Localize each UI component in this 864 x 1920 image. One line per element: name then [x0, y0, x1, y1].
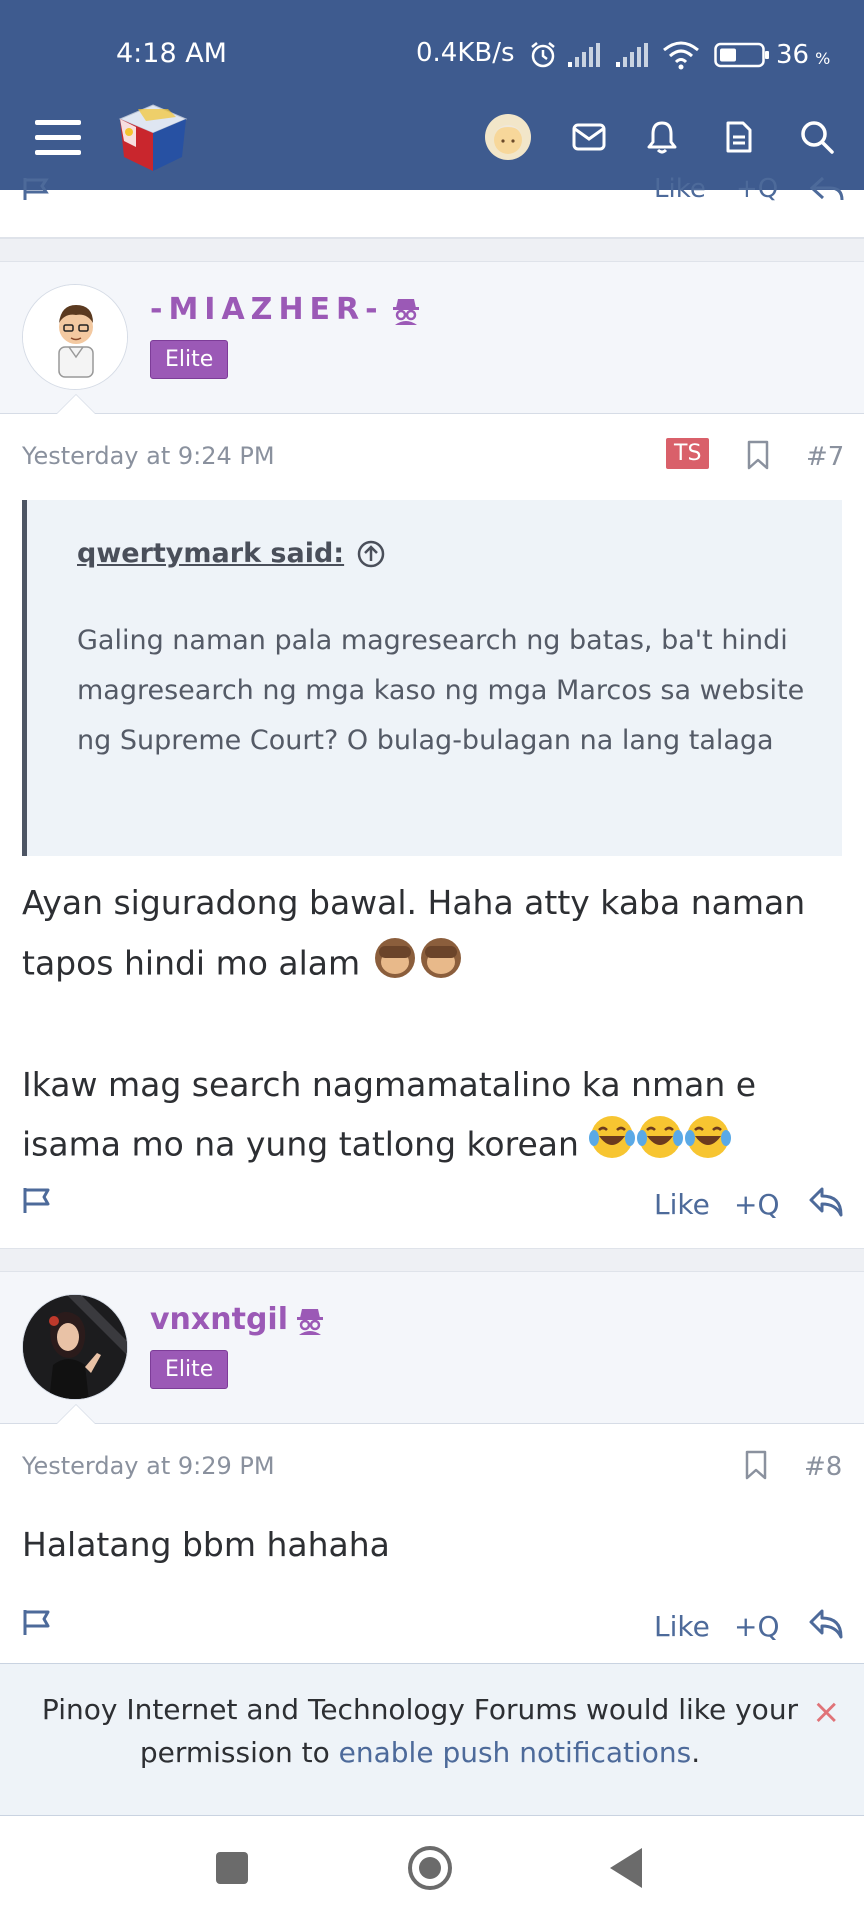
quote-author-link[interactable]: qwertymark said:	[77, 538, 386, 569]
username[interactable]: -MIAZHER-	[150, 292, 420, 327]
post-7: -MIAZHER- Elite Yesterday at 9:24 PM TS …	[0, 262, 864, 1248]
network-speed: 0.4KB/s	[416, 38, 515, 68]
system-navigation-bar	[0, 1816, 864, 1920]
forum-nav-bar	[0, 104, 864, 190]
signal-icon	[568, 43, 600, 67]
avatar[interactable]	[22, 1294, 128, 1400]
post-body-line: Halatang bbm hahaha	[22, 1525, 390, 1564]
alerts-icon[interactable]	[646, 108, 678, 166]
like-button[interactable]: Like	[654, 1188, 710, 1221]
post-actions: Like +Q	[0, 1182, 864, 1232]
like-button[interactable]: Like	[654, 1610, 710, 1643]
quote-block: qwertymark said: Galing naman pala magre…	[22, 500, 842, 856]
wifi-icon	[663, 41, 699, 70]
site-logo[interactable]	[114, 100, 192, 176]
see-no-evil-monkey-emoji	[371, 932, 467, 998]
alarm-icon	[531, 42, 555, 68]
quote-text: Galing naman pala magresearch ng batas, …	[77, 625, 805, 756]
post-date[interactable]: Yesterday at 9:29 PM	[22, 1452, 275, 1480]
status-bar: 4:18 AM 0.4KB/s 36%	[0, 0, 864, 110]
signal-icon-2	[616, 43, 648, 67]
recents-button[interactable]	[216, 1852, 248, 1884]
post-author-header: -MIAZHER- Elite	[0, 262, 864, 414]
user-avatar[interactable]	[484, 108, 532, 166]
push-notice-message: Pinoy Internet and Technology Forums wou…	[20, 1688, 820, 1774]
header-pointer	[56, 394, 96, 414]
post-body-line: isama mo na yung tatlong korean	[22, 1124, 579, 1164]
multi-quote-button[interactable]: +Q	[734, 1610, 780, 1643]
post-body-line: tapos hindi mo alam	[22, 943, 361, 983]
status-time: 4:18 AM	[116, 38, 227, 69]
post-body: Halatang bbm hahaha	[22, 1516, 852, 1574]
reply-icon[interactable]	[808, 1186, 844, 1218]
post-actions: Like +Q	[0, 1604, 864, 1654]
post-date[interactable]: Yesterday at 9:24 PM	[22, 442, 275, 470]
post-body-line-with-emoji: tapos hindi mo alam	[22, 932, 852, 998]
post-body-line: Ayan siguradong bawal. Haha atty kaba na…	[22, 883, 806, 922]
avatar[interactable]	[22, 284, 128, 390]
post-8: vnxntgil Elite Yesterday at 9:29 PM #8 H…	[0, 1272, 864, 1663]
report-flag-icon[interactable]	[22, 178, 50, 200]
username-text: -MIAZHER-	[150, 292, 384, 327]
inbox-icon[interactable]	[572, 108, 606, 166]
post-author-header: vnxntgil Elite	[0, 1272, 864, 1424]
report-flag-icon[interactable]	[22, 1608, 52, 1636]
tears-of-joy-emoji	[589, 1114, 733, 1178]
bookmark-icon[interactable]	[744, 1450, 768, 1480]
back-button[interactable]	[610, 1848, 642, 1888]
post-body-line-with-emoji: isama mo na yung tatlong korean	[22, 1114, 852, 1178]
post-divider	[0, 1248, 864, 1272]
battery-indicator: 36%	[714, 40, 830, 70]
incognito-icon	[392, 298, 419, 325]
close-icon[interactable]: ×	[812, 1692, 841, 1732]
post-meta: Yesterday at 9:29 PM #8	[0, 1424, 864, 1512]
battery-icon	[714, 42, 769, 68]
multi-quote-button[interactable]: +Q	[734, 1188, 780, 1221]
prev-like-button[interactable]: Like	[654, 174, 706, 204]
reply-icon[interactable]	[808, 1608, 844, 1640]
battery-unit: %	[815, 48, 831, 68]
post-number[interactable]: #7	[806, 442, 844, 472]
bookmark-icon[interactable]	[746, 440, 770, 470]
user-rank-badge: Elite	[150, 340, 229, 379]
post-number[interactable]: #8	[804, 1452, 842, 1482]
quote-author: qwertymark said:	[77, 538, 345, 569]
header-pointer	[56, 1404, 96, 1424]
incognito-icon	[297, 1308, 324, 1335]
username-text: vnxntgil	[150, 1302, 289, 1337]
post-meta: Yesterday at 9:24 PM TS #7	[0, 414, 864, 502]
home-button[interactable]	[408, 1846, 452, 1890]
arrow-up-circle-icon[interactable]	[356, 539, 386, 569]
battery-percent: 36	[776, 40, 810, 70]
whats-new-icon[interactable]	[724, 108, 754, 166]
menu-icon[interactable]	[34, 108, 82, 166]
prev-quote-button[interactable]: +Q	[736, 174, 778, 204]
status-icons	[528, 40, 700, 70]
push-notification-notice: Pinoy Internet and Technology Forums wou…	[0, 1663, 864, 1816]
push-notice-period: .	[691, 1736, 701, 1769]
prev-reply-icon[interactable]	[810, 176, 844, 202]
report-flag-icon[interactable]	[22, 1186, 52, 1214]
user-rank-badge: Elite	[150, 1350, 229, 1389]
post-divider	[0, 238, 864, 262]
post-body-line: Ikaw mag search nagmamatalino ka nman e	[22, 1065, 757, 1104]
search-icon[interactable]	[800, 108, 834, 166]
previous-post-footer: Like +Q	[0, 174, 864, 238]
enable-push-link[interactable]: enable push notifications	[339, 1736, 692, 1769]
post-body: Ayan siguradong bawal. Haha atty kaba na…	[22, 874, 852, 1178]
username[interactable]: vnxntgil	[150, 1302, 324, 1337]
thread-starter-badge: TS	[666, 438, 710, 469]
app-header: 4:18 AM 0.4KB/s 36%	[0, 0, 864, 190]
